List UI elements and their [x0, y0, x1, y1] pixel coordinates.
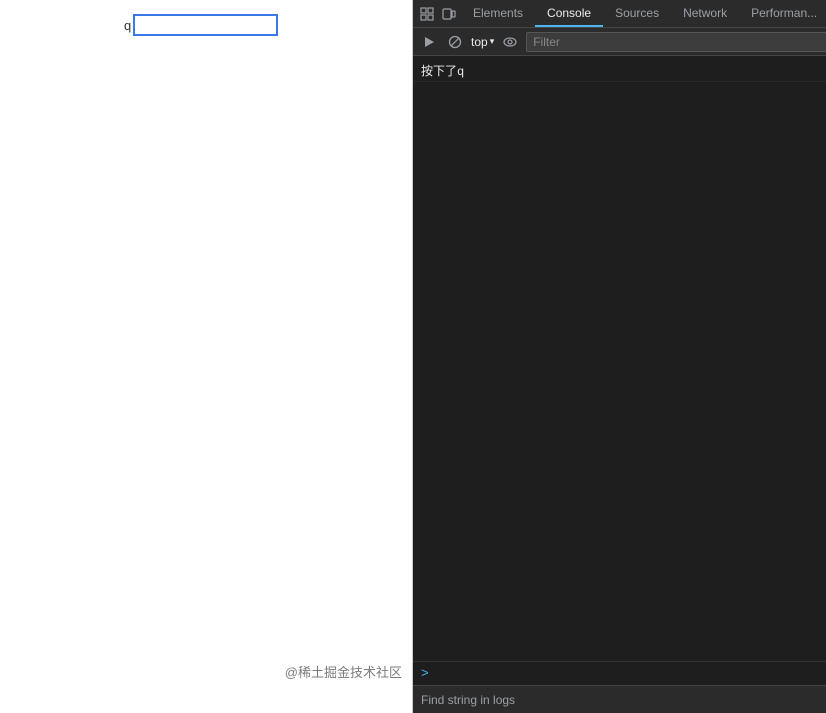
tab-network[interactable]: Network	[671, 0, 739, 27]
tab-sources[interactable]: Sources	[603, 0, 671, 27]
input-label: q	[124, 18, 131, 33]
find-bar-text[interactable]: Find string in logs	[421, 693, 515, 707]
console-log-entry: 按下了q	[413, 60, 826, 82]
context-dropdown[interactable]: top ▾	[471, 35, 494, 49]
eye-icon[interactable]	[500, 32, 520, 52]
console-prompt-symbol: >	[421, 666, 429, 681]
tab-performance[interactable]: Performan...	[739, 0, 826, 27]
console-toolbar: top ▾	[413, 28, 826, 56]
input-wrapper: q	[124, 14, 278, 36]
devtools-panel: Elements Console Sources Network Perform…	[413, 0, 826, 713]
chevron-down-icon: ▾	[490, 36, 495, 47]
filter-input[interactable]	[526, 32, 826, 52]
console-output: 按下了q	[413, 56, 826, 661]
console-input-area[interactable]: >	[413, 661, 826, 685]
page-text-input[interactable]	[133, 14, 278, 36]
devtools-tabs: Elements Console Sources Network Perform…	[461, 0, 826, 27]
run-button[interactable]	[419, 32, 439, 52]
device-toggle-icon[interactable]	[439, 4, 459, 24]
clear-console-button[interactable]	[445, 32, 465, 52]
top-label: top	[471, 35, 488, 49]
tab-elements[interactable]: Elements	[461, 0, 535, 27]
inspect-icon[interactable]	[417, 4, 437, 24]
web-page-panel: q @稀土掘金技术社区	[0, 0, 413, 713]
devtools-topbar: Elements Console Sources Network Perform…	[413, 0, 826, 28]
log-text: 按下了q	[421, 62, 825, 79]
find-bar: Find string in logs	[413, 685, 826, 713]
watermark-text: @稀土掘金技术社区	[285, 662, 402, 681]
tab-console[interactable]: Console	[535, 0, 603, 27]
